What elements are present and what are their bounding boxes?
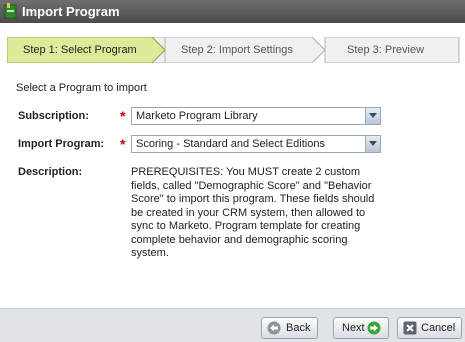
- back-label: Back: [286, 322, 311, 334]
- intro-text: Select a Program to import: [16, 82, 147, 94]
- required-indicator: *: [120, 136, 126, 152]
- next-button[interactable]: Next: [333, 317, 389, 339]
- cancel-label: Cancel: [421, 322, 456, 334]
- next-arrow-icon: [367, 321, 381, 335]
- next-label: Next: [342, 322, 365, 334]
- dialog-footer: Back Next Cancel: [0, 308, 465, 342]
- import-program-select[interactable]: Scoring - Standard and Select Editions: [131, 135, 381, 153]
- description-text: PREREQUISITES: You MUST create 2 custom …: [131, 166, 375, 259]
- step-1-select-program: Step 1: Select Program: [23, 44, 137, 56]
- back-button[interactable]: Back: [261, 317, 318, 339]
- step-2-import-settings: Step 2: Import Settings: [181, 44, 293, 56]
- subscription-label: Subscription:: [18, 110, 89, 122]
- required-indicator: *: [120, 108, 126, 124]
- step-3-preview: Step 3: Preview: [347, 44, 425, 56]
- close-icon: [403, 321, 417, 335]
- cancel-button[interactable]: Cancel: [397, 317, 462, 339]
- dialog-title: Import Program: [22, 4, 120, 19]
- wizard-steps: Step 1: Select Program Step 2: Import Se…: [7, 37, 460, 63]
- back-arrow-icon: [267, 321, 281, 335]
- title-bar: Import Program: [0, 0, 465, 23]
- description-label: Description:: [18, 166, 83, 178]
- subscription-dropdown-button[interactable]: [365, 108, 380, 124]
- import-program-label: Import Program:: [18, 138, 105, 150]
- import-program-dropdown-button[interactable]: [365, 136, 380, 152]
- program-icon: [4, 3, 17, 19]
- import-program-value: Scoring - Standard and Select Editions: [136, 138, 325, 150]
- subscription-select[interactable]: Marketo Program Library: [131, 107, 381, 125]
- chevron-down-icon: [369, 141, 377, 146]
- subscription-value: Marketo Program Library: [136, 110, 258, 122]
- chevron-down-icon: [369, 113, 377, 118]
- import-program-dialog: Import Program Step 1: Select Program St…: [0, 0, 465, 342]
